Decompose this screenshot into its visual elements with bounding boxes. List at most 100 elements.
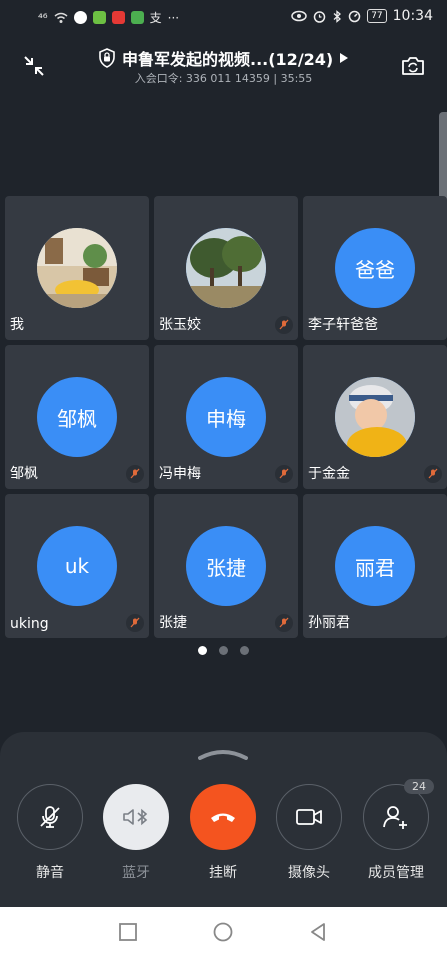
- meeting-title-row[interactable]: 申鲁军发起的视频...(12/24): [98, 46, 349, 70]
- participant-tile[interactable]: 我: [5, 196, 149, 340]
- speaker-bluetooth-icon: [123, 808, 148, 826]
- home-icon[interactable]: [212, 921, 234, 943]
- signal-indicator: ⁴⁶: [38, 10, 48, 25]
- muted-mic-icon: [279, 468, 289, 479]
- meeting-info-separator: |: [269, 72, 281, 85]
- members-label: 成员管理: [368, 865, 424, 881]
- members-button[interactable]: 24: [363, 779, 434, 850]
- members-control[interactable]: 24 成员管理: [360, 779, 434, 882]
- avatar-photo: [335, 377, 415, 457]
- participant-tile[interactable]: 于金金: [303, 345, 447, 489]
- participant-tile[interactable]: uk uking: [5, 494, 149, 638]
- participant-tile[interactable]: 张玉姣: [154, 196, 298, 340]
- participant-name: 我: [10, 317, 24, 333]
- more-notifications: ···: [167, 10, 180, 25]
- camera-switch-icon: [402, 57, 424, 75]
- mute-control[interactable]: 静音: [14, 784, 86, 882]
- camera-label: 摄像头: [288, 865, 330, 881]
- muted-mic-icon: [279, 617, 289, 628]
- participant-name: 张玉姣: [159, 317, 201, 333]
- participant-tile[interactable]: 爸爸李子轩爸爸: [303, 196, 447, 340]
- mute-button[interactable]: [17, 784, 83, 850]
- participant-name: 邹枫: [10, 466, 38, 482]
- participant-tile[interactable]: 申梅冯申梅: [154, 345, 298, 489]
- avatar-photo: [186, 228, 266, 308]
- switch-camera-button[interactable]: [399, 52, 427, 80]
- panel-handle-icon[interactable]: [198, 748, 248, 760]
- status-bar: ⁴⁶ 支 ··· 77 10:34: [0, 0, 447, 34]
- camera-button[interactable]: [276, 784, 342, 850]
- participant-name: 冯申梅: [159, 466, 201, 482]
- video-camera-icon: [296, 809, 322, 825]
- app-icon-2: [92, 11, 106, 24]
- hangup-label: 挂断: [209, 865, 237, 881]
- shield-lock-icon: [99, 48, 115, 68]
- participant-tile[interactable]: 邹枫 邹枫: [5, 345, 149, 489]
- participant-name: 孙丽君: [308, 615, 350, 631]
- app-icon-1: [73, 11, 87, 24]
- muted-badge: [275, 316, 293, 334]
- bluetooth-label: 蓝牙: [122, 865, 150, 881]
- wifi-icon: [54, 12, 68, 23]
- bluetooth-control[interactable]: 蓝牙: [100, 784, 172, 882]
- muted-badge: [275, 465, 293, 483]
- meeting-code: 336 011 14359: [185, 72, 270, 85]
- muted-mic-icon: [279, 319, 289, 330]
- page-dot-3[interactable]: [240, 646, 249, 655]
- avatar-initials: 丽君: [335, 526, 415, 606]
- page-indicator[interactable]: [0, 646, 447, 655]
- battery-icon: 77: [367, 9, 387, 23]
- hangup-control[interactable]: 挂断: [187, 784, 259, 882]
- back-icon[interactable]: [307, 921, 329, 943]
- app-icon-3: [111, 11, 125, 24]
- play-arrow-icon: [340, 53, 349, 63]
- member-count-badge: 24: [404, 779, 434, 794]
- muted-mic-icon: [130, 617, 140, 628]
- alarm-icon: [313, 10, 326, 23]
- control-panel: 静音 蓝牙 挂断 摄像头 24 成员管理: [0, 732, 447, 907]
- participant-tile[interactable]: 张捷 张捷: [154, 494, 298, 638]
- avatar-photo: [37, 228, 117, 308]
- status-left: ⁴⁶ 支 ···: [38, 9, 179, 26]
- avatar-initials: 爸爸: [335, 228, 415, 308]
- bluetooth-button[interactable]: [103, 784, 169, 850]
- app-icon-4: [130, 11, 144, 24]
- participant-name: 于金金: [308, 466, 350, 482]
- meeting-header: 申鲁军发起的视频...(12/24) 入会口令: 336 011 14359 |…: [0, 34, 447, 94]
- avatar-initials: 邹枫: [37, 377, 117, 457]
- muted-badge: [126, 465, 144, 483]
- clock: 10:34: [392, 8, 433, 24]
- page-dot-2[interactable]: [219, 646, 228, 655]
- bluetooth-status-icon: [333, 9, 342, 23]
- participant-name: 李子轩爸爸: [308, 317, 378, 333]
- phone-hangup-icon: [211, 813, 235, 822]
- muted-mic-icon: [130, 468, 140, 479]
- mute-label: 静音: [36, 865, 64, 881]
- meeting-duration: 35:55: [280, 72, 313, 85]
- avatar-initials: 申梅: [186, 377, 266, 457]
- meeting-info: 入会口令: 336 011 14359 | 35:55: [0, 70, 447, 86]
- camera-control[interactable]: 摄像头: [273, 784, 345, 882]
- meeting-code-label: 入会口令:: [134, 72, 186, 85]
- muted-badge: [275, 614, 293, 632]
- data-saver-icon: [348, 10, 361, 22]
- mic-off-icon: [40, 806, 60, 828]
- meeting-title: 申鲁军发起的视频...(12/24): [122, 50, 334, 69]
- avatar-initials: uk: [37, 526, 117, 606]
- participant-name: uking: [10, 616, 49, 632]
- eye-icon: [291, 10, 307, 22]
- participant-name: 张捷: [159, 615, 187, 631]
- muted-mic-icon: [428, 468, 438, 479]
- hangup-button[interactable]: [190, 784, 256, 850]
- muted-badge: [424, 465, 442, 483]
- add-member-icon: [383, 806, 407, 829]
- muted-badge: [126, 614, 144, 632]
- status-right: 77 10:34: [291, 8, 433, 24]
- page-dot-1[interactable]: [198, 646, 207, 655]
- recent-apps-icon[interactable]: [117, 921, 139, 943]
- participant-grid: 我张玉姣 爸爸 李子轩爸爸 邹枫 邹枫 申梅 冯申梅 于金金 uk uking 张捷 张捷 丽君 孙丽君: [5, 196, 447, 638]
- navigation-bar: [0, 907, 447, 958]
- avatar-initials: 张捷: [186, 526, 266, 606]
- participant-tile[interactable]: 丽君孙丽君: [303, 494, 447, 638]
- app-icon-5: 支: [149, 11, 162, 25]
